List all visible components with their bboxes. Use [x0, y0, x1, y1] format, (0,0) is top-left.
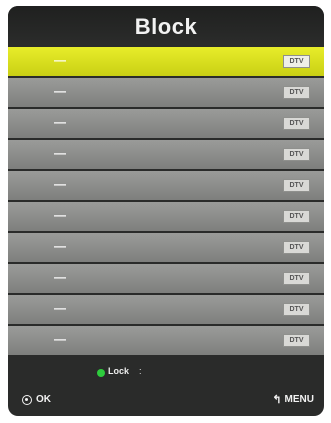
- dtv-badge: DTV: [283, 179, 310, 192]
- lock-separator: :: [139, 366, 142, 376]
- block-panel: Block — DTV — DTV — DTV — DTV — DTV — DT…: [8, 6, 324, 416]
- dtv-badge: DTV: [283, 210, 310, 223]
- channel-row[interactable]: — DTV: [8, 264, 324, 293]
- lock-legend: Lock :: [8, 358, 324, 386]
- green-dot-icon: [97, 369, 105, 377]
- channel-row[interactable]: — DTV: [8, 140, 324, 169]
- dtv-badge: DTV: [283, 241, 310, 254]
- channel-row[interactable]: — DTV: [8, 47, 324, 76]
- channel-name: —: [54, 301, 66, 315]
- channel-row[interactable]: — DTV: [8, 78, 324, 107]
- channel-name: —: [54, 115, 66, 129]
- channel-list: — DTV — DTV — DTV — DTV — DTV — DTV — DT…: [8, 47, 324, 357]
- return-arrow-icon: ↰: [272, 393, 282, 406]
- channel-row[interactable]: — DTV: [8, 202, 324, 231]
- channel-row[interactable]: — DTV: [8, 295, 324, 324]
- channel-name: —: [54, 239, 66, 253]
- lock-label: Lock: [108, 366, 130, 376]
- channel-name: —: [54, 270, 66, 284]
- dtv-badge: DTV: [283, 334, 310, 347]
- menu-label: MENU: [284, 394, 314, 405]
- channel-name: —: [54, 53, 66, 67]
- ok-circle-icon: [22, 394, 32, 405]
- header: Block: [8, 6, 324, 45]
- dtv-badge: DTV: [283, 55, 310, 68]
- channel-name: —: [54, 84, 66, 98]
- dtv-badge: DTV: [283, 86, 310, 99]
- channel-row[interactable]: — DTV: [8, 171, 324, 200]
- channel-name: —: [54, 146, 66, 160]
- channel-row[interactable]: — DTV: [8, 233, 324, 262]
- page-title: Block: [134, 14, 198, 39]
- channel-name: —: [54, 208, 66, 222]
- dtv-badge: DTV: [283, 272, 310, 285]
- dtv-badge: DTV: [283, 303, 310, 316]
- ok-label: OK: [36, 394, 51, 405]
- menu-button[interactable]: ↰ MENU: [272, 394, 314, 405]
- channel-row[interactable]: — DTV: [8, 326, 324, 355]
- footer: OK ↰ MENU: [8, 389, 324, 415]
- channel-row[interactable]: — DTV: [8, 109, 324, 138]
- channel-name: —: [54, 177, 66, 191]
- channel-name: —: [54, 332, 66, 346]
- ok-button[interactable]: OK: [22, 394, 51, 405]
- dtv-badge: DTV: [283, 117, 310, 130]
- dtv-badge: DTV: [283, 148, 310, 161]
